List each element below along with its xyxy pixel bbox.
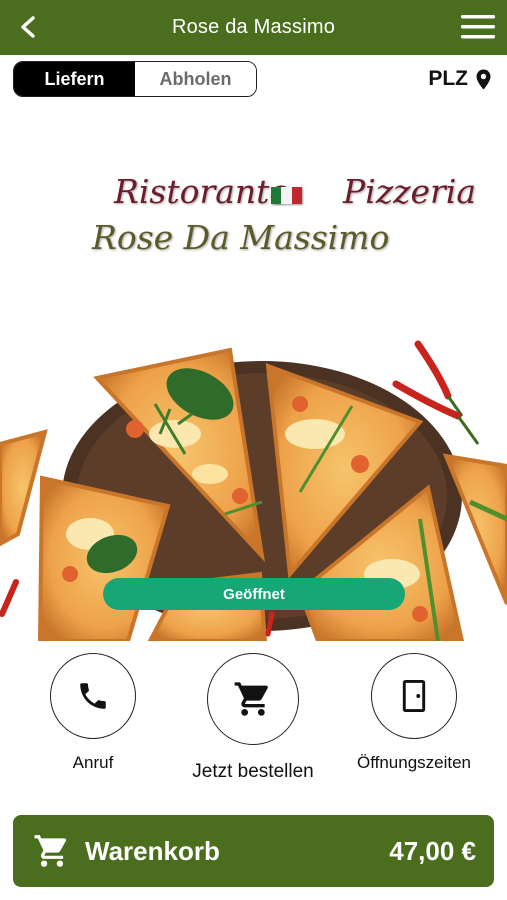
order-now-label: Jetzt bestellen: [192, 761, 314, 782]
cart-button[interactable]: Warenkorb 47,00 €: [13, 815, 494, 887]
location-pin-icon: [476, 69, 491, 89]
order-now-action[interactable]: Jetzt bestellen: [183, 653, 323, 783]
cart-label: Warenkorb: [85, 835, 220, 866]
opening-hours-label: Öffnungszeiten: [356, 753, 472, 772]
italian-flag-icon: [271, 187, 302, 204]
door-icon: [402, 679, 426, 713]
app-header: Rose da Massimo: [0, 0, 507, 55]
call-action[interactable]: Anruf: [23, 653, 163, 773]
page-title: Rose da Massimo: [171, 16, 336, 38]
toggle-option-delivery[interactable]: Liefern: [14, 62, 135, 96]
shopping-cart-icon: [234, 682, 268, 716]
restaurant-logo-line2: Rose Da Massimo: [92, 218, 390, 257]
call-button[interactable]: [50, 653, 136, 739]
logo-word-ristorante: Ristorante: [114, 172, 289, 211]
cart-total: 47,00 €: [389, 835, 476, 866]
chevron-left-icon[interactable]: [14, 12, 42, 42]
postcode-selector[interactable]: PLZ: [428, 64, 491, 94]
toggle-option-pickup[interactable]: Abholen: [135, 62, 256, 96]
shopping-cart-icon: [34, 835, 67, 867]
open-status-badge: Geöffnet: [103, 578, 405, 610]
postcode-label: PLZ: [428, 67, 468, 90]
order-now-button[interactable]: [207, 653, 299, 745]
opening-hours-button[interactable]: [371, 653, 457, 739]
logo-word-pizzeria: Pizzeria: [342, 172, 477, 211]
opening-hours-action[interactable]: Öffnungszeiten: [344, 653, 484, 773]
delivery-mode-toggle: Liefern Abholen: [13, 61, 257, 97]
call-label: Anruf: [72, 753, 114, 772]
hamburger-menu-icon[interactable]: [461, 14, 495, 40]
phone-icon: [80, 683, 106, 709]
